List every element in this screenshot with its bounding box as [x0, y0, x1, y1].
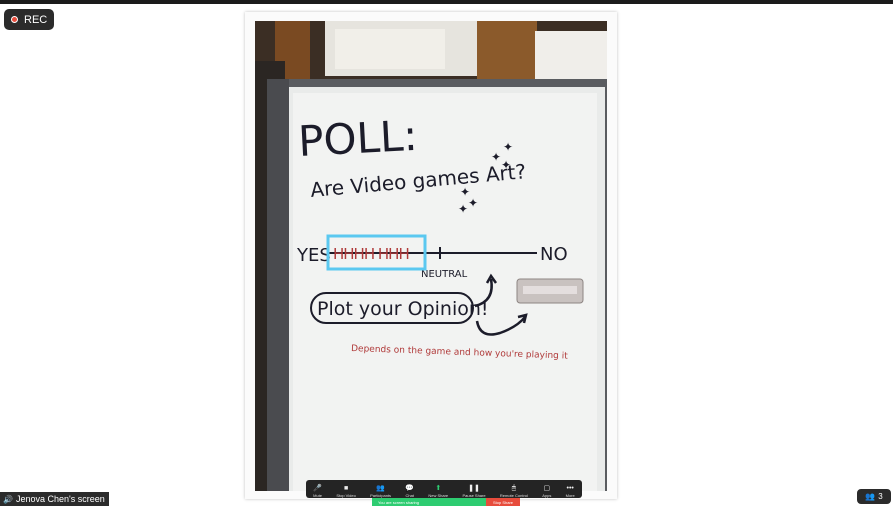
shared-photo-card: POLL: Are Video games Art? ✦ ✦ ✦ ✦ ✦ ✦ YES H…: [245, 12, 617, 499]
speaker-icon: 🔊: [3, 494, 13, 504]
svg-text:✦: ✦: [491, 150, 501, 164]
whiteboard-prompt: Plot your Opinion!: [317, 298, 489, 320]
svg-text:✦: ✦: [503, 140, 513, 154]
participants-badge-icon: 👥: [865, 492, 876, 501]
scale-left-label: YES: [296, 245, 331, 266]
meeting-toolbar: 🎤 Mute ■ Stop Video 👥 Participants 💬 Cha…: [306, 480, 582, 498]
share-status-bar: You are screen sharing Stop Share: [372, 498, 520, 506]
scale-tally: HHHH HHH: [333, 245, 409, 263]
recording-dot-icon: [11, 16, 18, 23]
share-screen-icon: ⬆: [435, 485, 442, 492]
toolbar-chat-button[interactable]: 💬 Chat: [405, 484, 414, 498]
toolbar-stop-video-button[interactable]: ■ Stop Video: [336, 484, 356, 498]
scale-middle-label: NEUTRAL: [421, 269, 468, 280]
more-icon: •••: [566, 485, 574, 492]
microphone-icon: 🎤: [313, 485, 322, 492]
whiteboard-title: POLL:: [297, 111, 419, 166]
scale-right-label: NO: [540, 244, 568, 265]
share-status-text: You are screen sharing: [372, 498, 486, 506]
recording-badge[interactable]: REC: [4, 9, 54, 30]
toolbar-pause-share-button[interactable]: ❚❚ Pause Share: [462, 484, 485, 498]
screen-owner-label: 🔊 Jenova Chen's screen: [0, 492, 109, 506]
participants-icon: 👥: [376, 485, 385, 492]
toolbar-participants-button[interactable]: 👥 Participants: [370, 484, 391, 498]
chat-icon: 💬: [405, 485, 415, 492]
toolbar-label: Apps: [542, 493, 552, 498]
toolbar-new-share-button[interactable]: ⬆ New Share: [428, 484, 448, 498]
svg-text:✦: ✦: [468, 196, 478, 210]
toolbar-label: More: [565, 493, 575, 498]
recording-label: REC: [24, 13, 48, 26]
svg-text:✦: ✦: [458, 202, 468, 216]
toolbar-mute-button[interactable]: 🎤 Mute: [313, 484, 322, 498]
svg-text:✦: ✦: [501, 158, 511, 172]
top-strip: [0, 0, 893, 4]
participants-count-button[interactable]: 👥 3: [857, 489, 891, 504]
toolbar-apps-button[interactable]: ▢ Apps: [542, 484, 551, 498]
toolbar-remote-control-button[interactable]: 🖱 Remote Control: [500, 484, 528, 498]
toolbar-label: Stop Video: [336, 493, 356, 498]
apps-icon: ▢: [543, 485, 551, 492]
stop-share-button[interactable]: Stop Share: [486, 498, 520, 506]
screen-owner-text: Jenova Chen's screen: [15, 494, 105, 504]
participants-count: 3: [878, 492, 883, 501]
pause-icon: ❚❚: [468, 485, 480, 492]
toolbar-label: Mute: [313, 493, 323, 498]
eraser: [516, 278, 584, 304]
remote-control-icon: 🖱: [511, 485, 516, 492]
video-camera-icon: ■: [343, 485, 349, 492]
toolbar-more-button[interactable]: ••• More: [566, 484, 575, 498]
whiteboard-photo: POLL: Are Video games Art? ✦ ✦ ✦ ✦ ✦ ✦ YES H…: [255, 21, 607, 491]
